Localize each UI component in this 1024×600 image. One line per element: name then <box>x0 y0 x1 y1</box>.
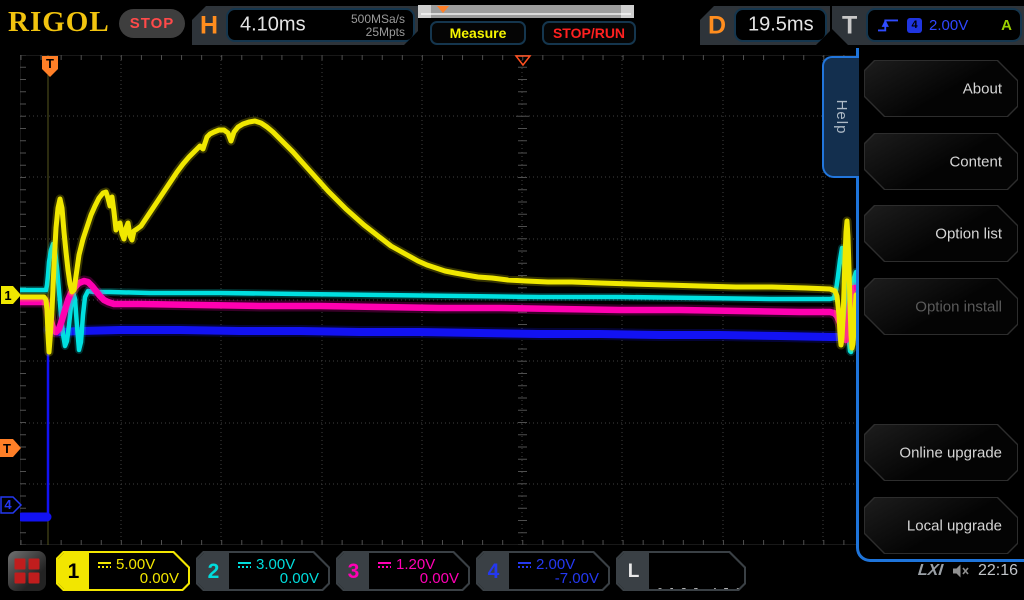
clock: 22:16 <box>977 562 1018 579</box>
logic-analyzer-label: L <box>618 553 649 589</box>
channel-3-number: 3 <box>338 553 369 589</box>
channel-2-box[interactable]: 2 3.00V 0.00V <box>196 551 330 591</box>
top-bar: RIGOL STOP H 4.10ms 500MSa/s 25Mpts Meas… <box>0 0 1024 48</box>
channel-4-offset: -7.00V <box>554 570 599 587</box>
trigger-label: T <box>842 11 858 39</box>
timebase-box: 4.10ms 500MSa/s 25Mpts <box>226 8 415 42</box>
measure-button[interactable]: Measure <box>430 21 526 45</box>
oscilloscope-screen: T 1 T 4 RIGOL STOP H 4.10ms 500MSa/s 25Mpts… <box>0 0 1024 600</box>
channel-2-offset: 0.00V <box>279 570 319 587</box>
help-menu-tab[interactable]: Help <box>822 56 859 178</box>
trigger-block[interactable]: T 4 2.00V A <box>832 6 1024 45</box>
memory-position-bar[interactable] <box>418 4 638 20</box>
channel-2-number: 2 <box>198 553 229 589</box>
dc-coupling-icon <box>518 562 531 568</box>
dc-coupling-icon <box>378 562 391 568</box>
channel-4-number: 4 <box>478 553 509 589</box>
main-menu-button[interactable] <box>8 551 46 591</box>
menu-button-option-list[interactable]: Option list <box>864 205 1018 262</box>
svg-text:T: T <box>46 56 54 71</box>
trigger-mode: A <box>1001 16 1012 34</box>
svg-text:4: 4 <box>4 497 12 512</box>
channel-4-box[interactable]: 4 2.00V -7.00V <box>476 551 610 591</box>
menu-button-content[interactable]: Content <box>864 133 1018 190</box>
channel-3-offset: 0.00V <box>419 570 459 587</box>
stop-run-button[interactable]: STOP/RUN <box>542 21 636 45</box>
logic-analyzer-box[interactable]: L 0 1 2 3 4 5 6 7 8 9 1011 12131415 <box>616 551 746 591</box>
delay-value: 19.5ms <box>748 13 814 36</box>
menu-button-online-upgrade[interactable]: Online upgrade <box>864 424 1018 481</box>
trigger-box: 4 2.00V A <box>866 8 1022 42</box>
speaker-muted-icon[interactable] <box>951 563 970 579</box>
dc-coupling-icon <box>238 562 251 568</box>
channel-1-offset: 0.00V <box>139 570 179 587</box>
trigger-source-badge: 4 <box>907 18 922 33</box>
trigger-level-value: 2.00V <box>929 16 969 34</box>
delay-label: D <box>708 11 727 39</box>
status-row: LXI 22:16 <box>917 562 1018 580</box>
channel-3-box[interactable]: 3 1.20V 0.00V <box>336 551 470 591</box>
ch1-trace <box>20 118 859 355</box>
channel-1-box[interactable]: 1 5.00V 0.00V <box>56 551 190 591</box>
help-menu-tab-label: Help <box>833 99 850 135</box>
run-state-badge[interactable]: STOP <box>119 9 185 38</box>
svg-text:T: T <box>3 441 11 456</box>
acquisition-info: 500MSa/s 25Mpts <box>351 13 405 39</box>
trigger-edge-icon <box>876 15 900 35</box>
horizontal-label: H <box>200 11 219 39</box>
timebase-value: 4.10ms <box>240 13 306 36</box>
help-menu-panel: Help About Content Option list Option in… <box>822 48 1024 562</box>
lxi-indicator: LXI <box>917 562 944 579</box>
delay-box: 19.5ms <box>734 8 827 42</box>
menu-button-about[interactable]: About <box>864 60 1018 117</box>
menu-button-local-upgrade[interactable]: Local upgrade <box>864 497 1018 554</box>
logic-channel-list: 0 1 2 3 4 5 6 7 8 9 1011 12131415 <box>657 587 754 598</box>
horizontal-block[interactable]: H 4.10ms 500MSa/s 25Mpts <box>192 6 418 45</box>
menu-grid-icon <box>14 558 40 584</box>
channel-1-number: 1 <box>58 553 89 589</box>
dc-coupling-icon <box>98 562 111 568</box>
memory-depth: 25Mpts <box>365 25 405 39</box>
delay-block[interactable]: D 19.5ms <box>700 6 830 45</box>
svg-text:1: 1 <box>4 288 11 303</box>
rigol-logo: RIGOL <box>8 6 110 38</box>
menu-button-option-install: Option install <box>864 278 1018 335</box>
